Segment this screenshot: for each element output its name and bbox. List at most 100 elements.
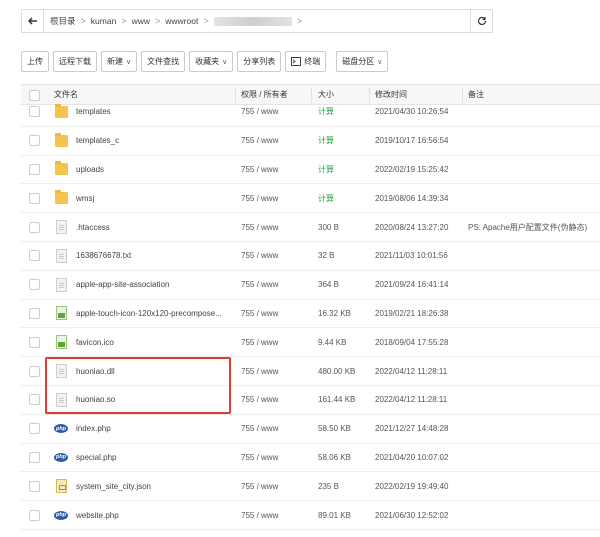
file-permission[interactable]: 755 / www	[241, 338, 278, 347]
new-button[interactable]: 新建 ∨	[101, 51, 138, 72]
file-search-button[interactable]: 文件查找	[141, 51, 186, 72]
file-size: 58.50 KB	[318, 424, 351, 434]
file-permission[interactable]: 755 / www	[241, 367, 278, 376]
breadcrumb-root[interactable]: 根目录	[50, 15, 76, 27]
file-size: 235 B	[318, 481, 339, 491]
row-checkbox[interactable]	[29, 307, 40, 319]
file-name[interactable]: 1638676678.txt	[76, 251, 131, 260]
file-search-label: 文件查找	[147, 57, 180, 66]
row-checkbox[interactable]	[29, 250, 40, 262]
row-checkbox[interactable]	[29, 221, 40, 233]
file-name[interactable]: huoniao.dll	[76, 367, 115, 376]
file-name[interactable]: uploads	[76, 165, 104, 174]
file-size: 32 B	[318, 251, 335, 261]
row-checkbox[interactable]	[29, 394, 40, 406]
table-row[interactable]: php index.php 755 / www 58.50 KB 2021/12…	[21, 415, 600, 444]
disk-partition-button[interactable]: 磁盘分区 ∨	[336, 51, 389, 72]
file-size[interactable]: 计算	[318, 135, 334, 146]
file-size: 89.01 KB	[318, 510, 351, 520]
path-bar[interactable]: 根目录 > kuman > www > wwwroot > >	[21, 9, 493, 33]
row-checkbox[interactable]	[29, 423, 40, 435]
upload-button[interactable]: 上传	[21, 51, 49, 72]
file-permission[interactable]: 755 / www	[241, 165, 278, 174]
row-checkbox[interactable]	[29, 336, 40, 348]
row-checkbox[interactable]	[29, 509, 40, 521]
share-list-button[interactable]: 分享列表	[237, 51, 282, 72]
row-checkbox[interactable]	[29, 451, 40, 463]
row-checkbox[interactable]	[29, 192, 40, 204]
table-row[interactable]: apple-touch-icon-120x120-precompose... 7…	[21, 300, 600, 329]
remote-download-button[interactable]: 远程下载	[53, 51, 97, 72]
file-name[interactable]: templates	[76, 107, 111, 116]
file-name[interactable]: index.php	[76, 424, 111, 433]
file-table: 文件名 权限 / 所有者 大小 修改时间 备注 templates 755 / …	[21, 84, 600, 537]
row-checkbox[interactable]	[29, 135, 40, 147]
table-row[interactable]: apple-app-site-association 755 / www 364…	[21, 271, 600, 300]
row-checkbox[interactable]	[29, 279, 40, 291]
file-name[interactable]: favicon.ico	[76, 338, 114, 347]
table-row[interactable]: favicon.ico 755 / www 9.44 KB 2018/09/04…	[21, 328, 600, 358]
breadcrumb-wwwroot[interactable]: wwwroot	[165, 16, 198, 26]
file-permission[interactable]: 755 / www	[241, 280, 278, 289]
file-permission[interactable]: 755 / www	[241, 424, 278, 433]
file-permission[interactable]: 755 / www	[241, 251, 278, 260]
file-size: 161.44 KB	[318, 395, 356, 405]
file-name[interactable]: apple-touch-icon-120x120-precompose...	[76, 309, 222, 318]
table-row[interactable]: php website.php 755 / www 89.01 KB 2021/…	[21, 501, 600, 530]
file-name[interactable]: apple-app-site-association	[76, 280, 169, 289]
file-permission[interactable]: 755 / www	[241, 511, 278, 520]
file-permission[interactable]: 755 / www	[241, 395, 278, 404]
table-row[interactable]: uploads 755 / www 计算 2022/02/19 15:25:42	[21, 156, 600, 185]
file-permission[interactable]: 755 / www	[241, 194, 278, 203]
table-row[interactable]: .htaccess 755 / www 300 B 2020/08/24 13:…	[21, 213, 600, 242]
file-name[interactable]: .htaccess	[76, 223, 110, 232]
folder-icon	[54, 132, 68, 149]
file-permission[interactable]: 755 / www	[241, 453, 278, 462]
table-row[interactable]: huoniao.so 755 / www 161.44 KB 2022/04/1…	[21, 386, 600, 415]
refresh-button[interactable]	[470, 10, 492, 32]
file-icon	[54, 248, 68, 264]
arrow-left-icon	[27, 17, 37, 25]
file-size[interactable]: 计算	[318, 164, 334, 175]
file-name[interactable]: website.php	[76, 511, 119, 520]
table-row[interactable]: wmsj 755 / www 计算 2019/08/06 14:39:34	[21, 184, 600, 214]
table-row[interactable]: 1638676678.txt 755 / www 32 B 2021/11/03…	[21, 242, 600, 271]
file-name[interactable]: special.php	[76, 453, 116, 462]
file-size: 300 B	[318, 222, 339, 232]
php-file-icon: php	[54, 510, 68, 520]
file-modified-time: 2020/08/24 13:27:20	[375, 222, 449, 232]
terminal-label: 终端	[304, 57, 321, 66]
file-modified-time: 2021/06/30 12:52:02	[375, 510, 449, 520]
file-permission[interactable]: 755 / www	[241, 482, 278, 491]
terminal-button[interactable]: 终端	[285, 51, 327, 72]
breadcrumb-kuman[interactable]: kuman	[91, 16, 117, 26]
breadcrumb: 根目录 > kuman > www > wwwroot > >	[44, 15, 470, 27]
file-size[interactable]: 计算	[318, 193, 334, 204]
file-name[interactable]: huoniao.so	[76, 395, 115, 404]
file-permission[interactable]: 755 / www	[241, 223, 278, 232]
table-row[interactable]: huoniao.dll 755 / www 480.00 KB 2022/04/…	[21, 357, 600, 386]
file-modified-time: 2022/04/12 11:28:11	[375, 366, 448, 376]
back-button[interactable]	[22, 10, 44, 32]
file-name[interactable]: templates_c	[76, 136, 119, 145]
file-permission[interactable]: 755 / www	[241, 107, 278, 116]
table-row[interactable]: system_site_city.json 755 / www 235 B 20…	[21, 472, 600, 502]
php-file-icon: php	[54, 452, 68, 462]
file-name[interactable]: wmsj	[76, 194, 94, 203]
favorites-button[interactable]: 收藏夹 ∨	[189, 51, 234, 72]
new-label: 新建	[107, 57, 123, 66]
file-size: 9.44 KB	[318, 337, 347, 347]
table-row[interactable]: php special.php 755 / www 58.06 KB 2021/…	[21, 444, 600, 473]
file-permission[interactable]: 755 / www	[241, 136, 278, 145]
file-size[interactable]: 计算	[318, 106, 334, 117]
row-checkbox[interactable]	[29, 480, 40, 492]
file-permission[interactable]: 755 / www	[241, 309, 278, 318]
row-checkbox[interactable]	[29, 106, 40, 118]
table-row[interactable]: templates_c 755 / www 计算 2019/10/17 16:5…	[21, 127, 600, 156]
table-row[interactable]: templates 755 / www 计算 2021/04/30 10:26:…	[21, 98, 600, 127]
chevron-right-icon: >	[154, 16, 161, 26]
breadcrumb-www[interactable]: www	[132, 16, 150, 26]
file-name[interactable]: system_site_city.json	[76, 482, 151, 491]
row-checkbox[interactable]	[29, 365, 40, 377]
row-checkbox[interactable]	[29, 163, 40, 175]
